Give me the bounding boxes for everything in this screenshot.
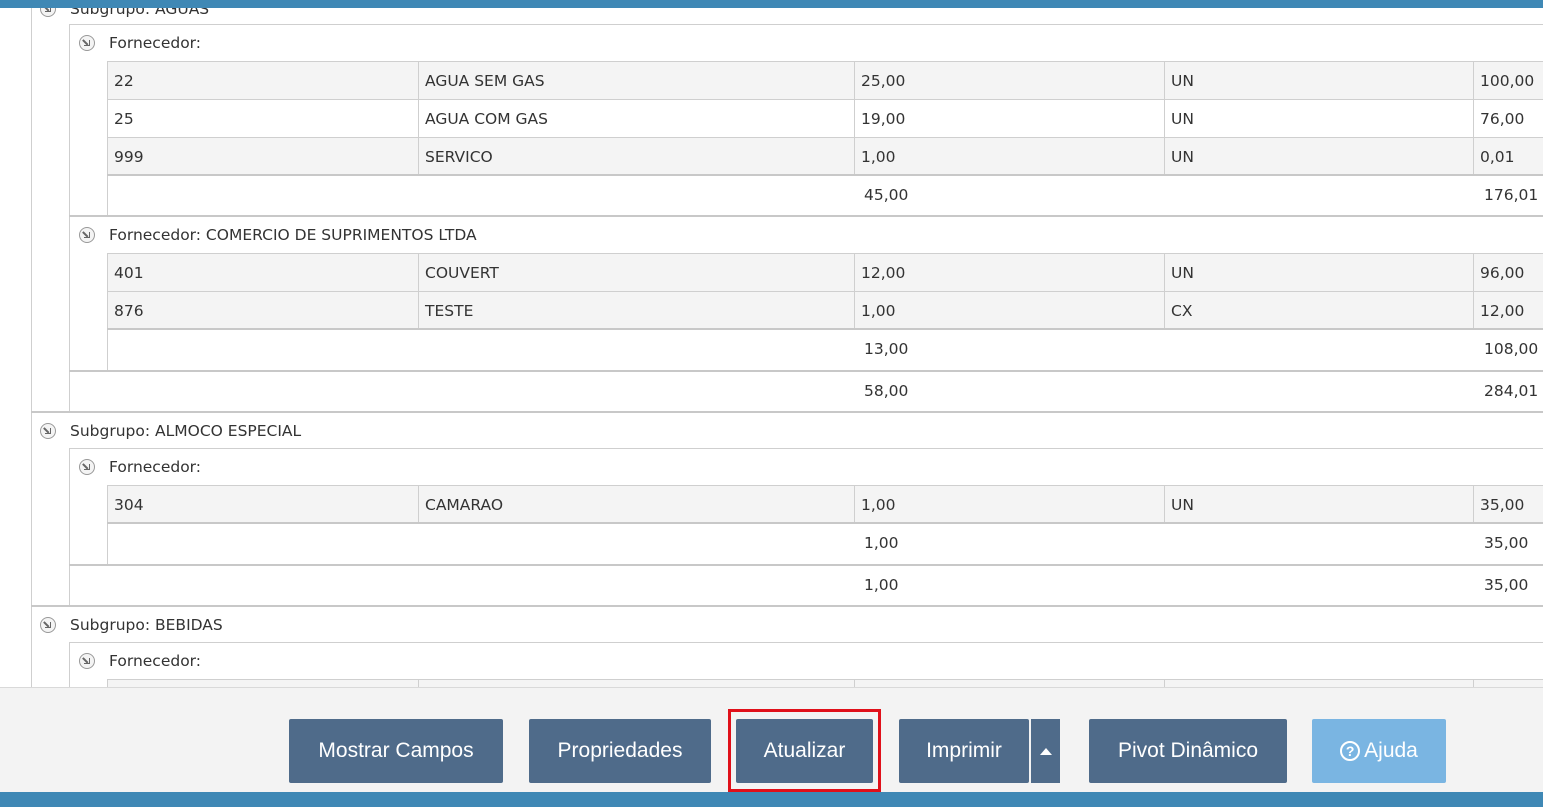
cell-quantity: 1,00 [854,292,1164,329]
group-total-quantity: 58,00 [864,382,909,400]
cell-unit: UN [1164,138,1473,175]
cell-quantity: 25,00 [854,62,1164,99]
cell-value: 76,00 [1473,100,1543,137]
collapse-icon[interactable] [79,35,95,51]
collapse-icon[interactable] [79,459,95,475]
cell-unit: UN [1164,254,1473,291]
cell-code: 304 [107,486,418,523]
supplier-header: Fornecedor: [79,650,201,672]
group-border [69,25,70,412]
table-row: 876 TESTE 1,00 CX 12,00 [107,291,1543,329]
highlight-box [728,709,881,792]
caret-up-icon [1039,747,1052,755]
divider [69,215,1543,217]
collapse-icon[interactable] [40,8,56,17]
cell-code: 401 [107,254,418,291]
divider [107,328,1543,330]
cell-code: 22 [107,62,418,99]
cell-unit: UN [1164,486,1473,523]
cell-value: 35,00 [1473,486,1543,523]
supplier-header: Fornecedor: [79,32,201,54]
cell-unit [1164,680,1473,687]
cell-quantity: 1,00 [854,138,1164,175]
group-border [31,8,32,412]
table-row: 25 AGUA COM GAS 19,00 UN 76,00 [107,99,1543,137]
print-options-toggle[interactable] [1029,719,1060,783]
bottom-accent-bar [0,792,1543,807]
subtotal-quantity: 13,00 [864,340,909,358]
cell-code: 999 [107,138,418,175]
supplier-header: Fornecedor: COMERCIO DE SUPRIMENTOS LTDA [79,224,477,246]
group-border [31,607,32,687]
help-label: Ajuda [1364,739,1418,762]
group-total-value: 35,00 [1484,576,1529,594]
cell-description: CAMARAO [418,486,854,523]
group-border [69,449,70,607]
table-row: 401 COUVERT 12,00 UN 96,00 [107,253,1543,291]
top-accent-bar [0,0,1543,8]
help-button[interactable]: ? Ajuda [1312,719,1446,783]
subtotal-quantity: 45,00 [864,186,909,204]
table-row: 22 AGUA SEM GAS 25,00 UN 100,00 [107,61,1543,99]
collapse-icon[interactable] [40,617,56,633]
subtotal-value: 108,00 [1484,340,1539,358]
group-total-quantity: 1,00 [864,576,899,594]
subgroup-header: Subgrupo: AGUAS [40,8,209,20]
properties-button[interactable]: Propriedades [529,719,711,783]
show-fields-button[interactable]: Mostrar Campos [289,719,503,783]
bottom-toolbar: Mostrar Campos Propriedades Atualizar Im… [0,687,1543,792]
collapse-icon[interactable] [79,653,95,669]
group-border [69,643,70,687]
divider [69,564,1543,566]
table-row: 304 CAMARAO 1,00 UN 35,00 [107,485,1543,523]
subgroup-header: Subgrupo: BEBIDAS [40,614,223,636]
cell-value: 12,00 [1473,292,1543,329]
cell-description: COUVERT [418,254,854,291]
divider [107,522,1543,524]
divider [69,448,1543,449]
collapse-icon[interactable] [40,423,56,439]
subtotal-value: 35,00 [1484,534,1529,552]
report-viewer: Subgrupo: AGUAS Fornecedor: 22 AGUA SEM … [0,8,1543,687]
group-total-value: 284,01 [1484,382,1539,400]
cell-quantity: 19,00 [854,100,1164,137]
collapse-icon[interactable] [79,227,95,243]
cell-code: 25 [107,100,418,137]
divider [69,24,1543,25]
cell-value [1473,680,1543,687]
table-row: 999 SERVICO 1,00 UN 0,01 [107,137,1543,175]
cell-description: AGUA COM GAS [418,100,854,137]
subgroup-header: Subgrupo: ALMOCO ESPECIAL [40,420,301,442]
supplier-header: Fornecedor: [79,456,201,478]
cell-value: 0,01 [1473,138,1543,175]
cell-quantity: 1,00 [854,486,1164,523]
subtotal-value: 176,01 [1484,186,1539,204]
cell-value: 96,00 [1473,254,1543,291]
cell-description: TESTE [418,292,854,329]
divider [69,642,1543,643]
cell-unit: UN [1164,62,1473,99]
cell-unit: UN [1164,100,1473,137]
group-border [31,413,32,607]
question-circle-icon: ? [1340,741,1361,761]
divider [31,411,1543,413]
cell-description: SERVICO [418,138,854,175]
cell-unit: CX [1164,292,1473,329]
divider [69,370,1543,372]
cell-value: 100,00 [1473,62,1543,99]
cell-description [418,680,854,687]
table-row [107,679,1543,687]
print-button[interactable]: Imprimir [899,719,1029,783]
cell-description: AGUA SEM GAS [418,62,854,99]
cell-code: 876 [107,292,418,329]
divider [31,605,1543,607]
cell-quantity [854,680,1164,687]
dynamic-pivot-button[interactable]: Pivot Dinâmico [1089,719,1287,783]
cell-quantity: 12,00 [854,254,1164,291]
cell-code [107,680,418,687]
divider [107,174,1543,176]
subtotal-quantity: 1,00 [864,534,899,552]
